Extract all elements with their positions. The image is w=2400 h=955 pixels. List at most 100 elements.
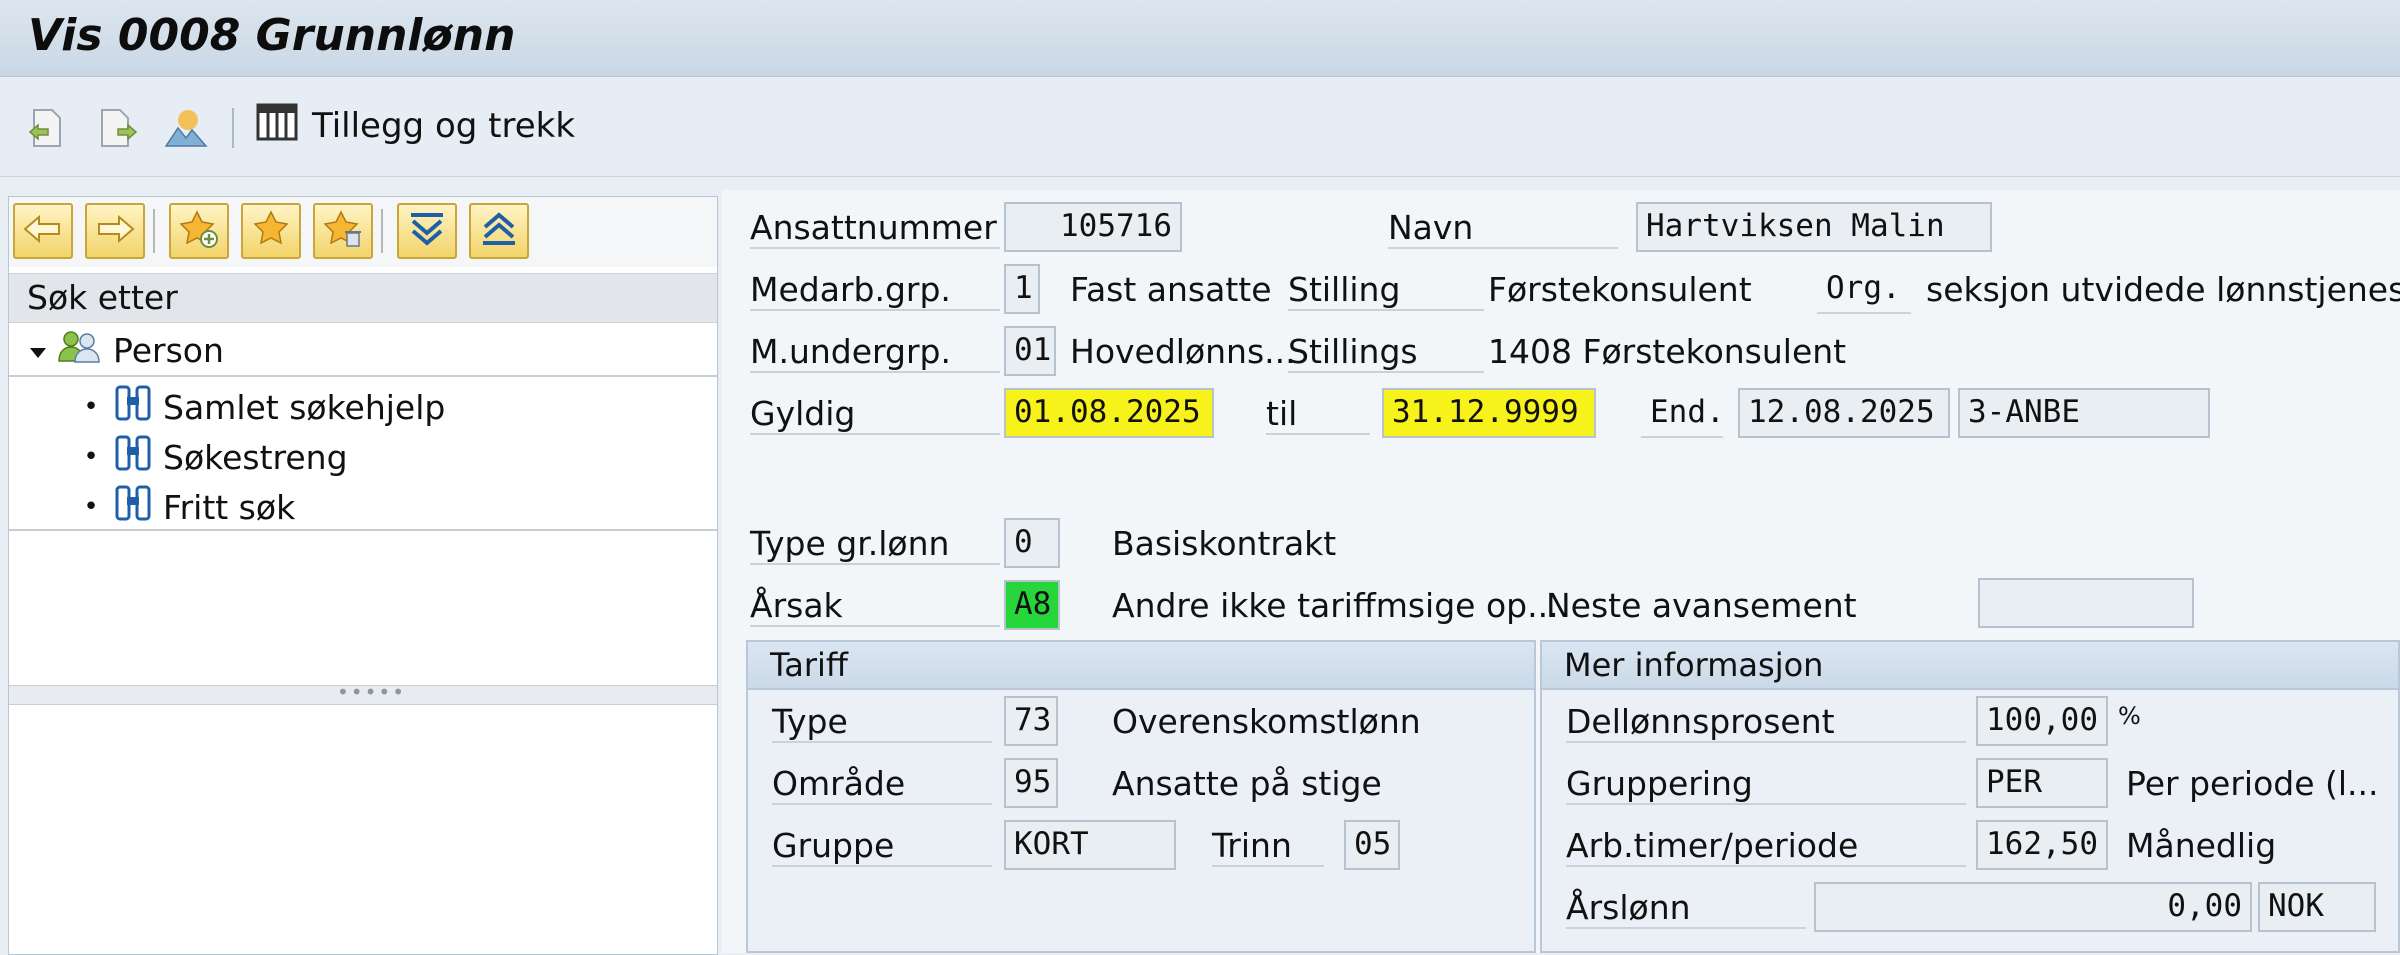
m-undergrp-label: M.undergrp. — [750, 332, 1000, 373]
end-user-field[interactable]: 3-ANBE — [1958, 388, 2210, 438]
tree-node-label: Person — [113, 330, 224, 370]
tillegg-og-trekk-button[interactable]: Tillegg og trekk — [256, 98, 575, 154]
stilling-text: Førstekonsulent — [1488, 270, 1752, 309]
tree-node-person[interactable]: Person — [29, 329, 224, 371]
gruppering-text: Per periode (l... — [2126, 764, 2379, 803]
tariff-type-text: Overenskomstlønn — [1112, 702, 1421, 741]
collapse-all-button[interactable] — [469, 203, 529, 259]
tree-item-samlet-sokehjelp[interactable]: • Samlet søkehjelp — [79, 383, 445, 431]
type-gr-lonn-field[interactable]: 0 — [1004, 518, 1060, 568]
org-text: seksjon utvidede lønnstjenes.. — [1926, 270, 2400, 309]
arslonn-field[interactable]: 0,00 — [1814, 882, 2252, 932]
tree-item-sokestreng[interactable]: • Søkestreng — [79, 433, 348, 481]
arsak-field[interactable]: A8 — [1004, 580, 1060, 630]
type-gr-lonn-label: Type gr.lønn — [750, 524, 1000, 565]
medarb-grp-field[interactable]: 1 — [1004, 264, 1040, 314]
table-icon — [256, 103, 298, 150]
medarb-grp-text: Fast ansatte — [1070, 270, 1272, 309]
arb-timer-text: Månedlig — [2126, 826, 2277, 865]
dellonnsprosent-field[interactable]: 100,00 — [1976, 696, 2108, 746]
end-date-field[interactable]: 12.08.2025 — [1738, 388, 1950, 438]
application-toolbar: Tillegg og trekk — [0, 80, 2400, 177]
binoculars-icon — [113, 383, 153, 431]
mer-informasjon-header: Mer informasjon — [1542, 642, 2398, 690]
dellonnsprosent-label: Dellønnsprosent — [1566, 702, 1966, 743]
tariff-type-field[interactable]: 73 — [1004, 696, 1058, 746]
arslonn-label: Årslønn — [1566, 888, 1806, 929]
medarb-grp-label: Medarb.grp. — [750, 270, 1000, 311]
nav-separator — [153, 209, 155, 253]
org-label: Org. — [1816, 264, 1912, 314]
tariff-group: Tariff Type 73 Overenskomstlønn Område 9… — [746, 640, 1536, 953]
binoculars-icon — [113, 483, 153, 531]
neste-avansement-field[interactable] — [1978, 578, 2194, 628]
object-navigator: Søk etter Person • Samlet søkehjelp • Sø… — [8, 196, 718, 955]
star-icon — [251, 209, 291, 253]
stillings-text: 1408 Førstekonsulent — [1488, 332, 1847, 371]
favorite-button[interactable] — [241, 203, 301, 259]
star-add-icon — [179, 209, 219, 253]
forward-button[interactable] — [85, 203, 145, 259]
persons-icon — [57, 329, 103, 371]
gruppering-label: Gruppering — [1566, 764, 1966, 805]
nav-separator — [381, 209, 383, 253]
tariff-omrade-label: Område — [772, 764, 992, 805]
tariff-gruppe-field[interactable]: KORT — [1004, 820, 1176, 870]
tariff-group-header: Tariff — [748, 642, 1534, 690]
delete-favorite-button[interactable] — [313, 203, 373, 259]
tree-item-label: Samlet søkehjelp — [163, 387, 446, 427]
page-title: Vis 0008 Grunnlønn — [28, 10, 516, 61]
navigator-toolbar — [9, 197, 717, 267]
tariff-omrade-field[interactable]: 95 — [1004, 758, 1058, 808]
splitter-grip-icon: ••••• — [337, 680, 406, 704]
tariff-trinn-label: Trinn — [1212, 826, 1324, 867]
neste-avansement-label: Neste avansement — [1546, 586, 1857, 625]
star-delete-icon — [323, 209, 363, 253]
arsak-text: Andre ikke tariffmsige op... — [1112, 586, 1559, 625]
navn-field[interactable]: Hartviksen Malin — [1636, 202, 1992, 252]
gruppering-field[interactable]: PER — [1976, 758, 2108, 808]
percent-unit: % — [2118, 702, 2141, 730]
til-label: til — [1266, 394, 1370, 435]
back-button[interactable] — [13, 203, 73, 259]
tree-item-label: Fritt søk — [163, 487, 296, 527]
mer-informasjon-title: Mer informasjon — [1564, 646, 1824, 684]
search-header-label: Søk etter — [27, 278, 178, 317]
pane-splitter[interactable]: ••••• — [9, 680, 717, 705]
gyldig-from-field[interactable]: 01.08.2025 — [1004, 388, 1214, 438]
tree-item-label: Søkestreng — [163, 437, 348, 477]
bullet-icon: • — [83, 492, 99, 522]
tillegg-og-trekk-label: Tillegg og trekk — [312, 106, 576, 146]
m-undergrp-text: Hovedlønns... — [1070, 332, 1296, 371]
arb-timer-field[interactable]: 162,50 — [1976, 820, 2108, 870]
triangle-down-icon — [29, 331, 47, 370]
toolbar-separator — [232, 108, 234, 148]
mountain-overview-icon[interactable] — [162, 104, 210, 152]
tariff-trinn-field[interactable]: 05 — [1344, 820, 1400, 870]
stillings-label: Stillings — [1288, 332, 1484, 373]
arb-timer-label: Arb.timer/periode — [1566, 826, 1966, 867]
search-header: Søk etter — [9, 273, 717, 323]
bullet-icon: • — [83, 392, 99, 422]
bullet-icon: • — [83, 442, 99, 472]
tree-separator — [9, 529, 717, 531]
next-record-icon[interactable] — [94, 104, 142, 152]
gyldig-label: Gyldig — [750, 394, 1000, 435]
tariff-group-title: Tariff — [770, 646, 848, 684]
m-undergrp-field[interactable]: 01 — [1004, 326, 1056, 376]
previous-record-icon[interactable] — [22, 104, 70, 152]
add-favorite-button[interactable] — [169, 203, 229, 259]
tariff-gruppe-label: Gruppe — [772, 826, 992, 867]
ansattnummer-field[interactable]: 105716 — [1004, 202, 1182, 252]
gyldig-to-field[interactable]: 31.12.9999 — [1382, 388, 1596, 438]
detail-form: Ansattnummer 105716 Navn Hartviksen Mali… — [722, 190, 2400, 953]
type-gr-lonn-text: Basiskontrakt — [1112, 524, 1337, 563]
expand-all-button[interactable] — [397, 203, 457, 259]
collapse-all-icon — [479, 209, 519, 253]
binoculars-icon — [113, 433, 153, 481]
tree-item-fritt-sok[interactable]: • Fritt søk — [79, 483, 295, 531]
arrow-left-icon — [23, 214, 63, 248]
tariff-type-label: Type — [772, 702, 992, 743]
stilling-label: Stilling — [1288, 270, 1484, 311]
arslonn-currency-field[interactable]: NOK — [2258, 882, 2376, 932]
